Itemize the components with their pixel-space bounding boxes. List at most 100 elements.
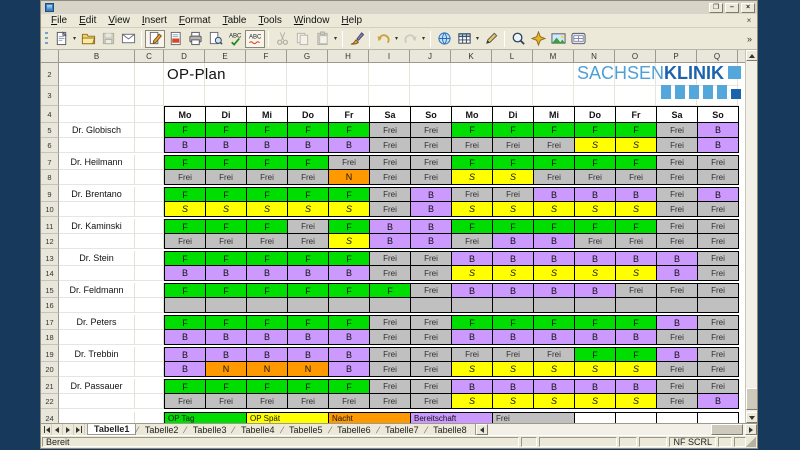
- resize-grip[interactable]: [746, 437, 756, 447]
- schedule-cell[interactable]: Frei: [411, 316, 452, 330]
- schedule-cell[interactable]: F: [165, 316, 206, 330]
- schedule-cell[interactable]: F: [329, 284, 370, 298]
- cell-c[interactable]: [135, 106, 164, 123]
- insert-table-icon[interactable]: [454, 30, 474, 48]
- schedule-cell[interactable]: B: [452, 380, 493, 394]
- schedule-cell[interactable]: S: [575, 362, 616, 377]
- spellcheck-icon[interactable]: ABC: [225, 30, 245, 48]
- row-header-13[interactable]: 13: [41, 251, 59, 266]
- close-button[interactable]: ×: [741, 3, 755, 13]
- schedule-cell[interactable]: B: [657, 252, 698, 266]
- schedule-cell[interactable]: Frei: [206, 394, 247, 409]
- cell-c[interactable]: [135, 63, 164, 86]
- schedule-cell[interactable]: B: [657, 316, 698, 330]
- schedule-cell[interactable]: N: [288, 362, 329, 377]
- schedule-cell[interactable]: Frei: [657, 380, 698, 394]
- schedule-cell[interactable]: B: [534, 380, 575, 394]
- cell-b[interactable]: [59, 234, 135, 249]
- schedule-cell[interactable]: B: [165, 330, 206, 345]
- prev-sheet-button[interactable]: [52, 424, 63, 435]
- schedule-cell[interactable]: F: [616, 220, 657, 234]
- schedule-cell[interactable]: S: [452, 266, 493, 281]
- schedule-cell[interactable]: Frei: [411, 123, 452, 138]
- schedule-cell[interactable]: F: [288, 284, 329, 298]
- schedule-cell[interactable]: F: [247, 252, 288, 266]
- schedule-cell[interactable]: F: [575, 316, 616, 330]
- scroll-right-icon[interactable]: [745, 424, 757, 435]
- schedule-cell[interactable]: S: [452, 170, 493, 185]
- schedule-cell[interactable]: B: [411, 188, 452, 202]
- tab-tabelle8[interactable]: Tabelle8: [427, 424, 473, 435]
- schedule-cell[interactable]: B: [165, 362, 206, 377]
- row-header-17[interactable]: 17: [41, 315, 59, 330]
- schedule-cell[interactable]: Frei: [452, 234, 493, 249]
- schedule-cell[interactable]: B: [370, 220, 411, 234]
- schedule-cell[interactable]: F: [288, 252, 329, 266]
- schedule-cell[interactable]: Frei: [534, 170, 575, 185]
- schedule-cell[interactable]: B: [452, 252, 493, 266]
- schedule-cell[interactable]: B: [329, 266, 370, 281]
- menu-edit[interactable]: Edit: [73, 14, 102, 27]
- schedule-cell[interactable]: B: [411, 234, 452, 249]
- cell-b[interactable]: [59, 138, 135, 153]
- schedule-cell[interactable]: [698, 298, 739, 313]
- schedule-cell[interactable]: S: [616, 362, 657, 377]
- schedule-cell[interactable]: B: [288, 348, 329, 362]
- schedule-cell[interactable]: B: [575, 380, 616, 394]
- schedule-cell[interactable]: Frei: [206, 170, 247, 185]
- schedule-cell[interactable]: B: [575, 330, 616, 345]
- open-icon[interactable]: [78, 30, 98, 48]
- schedule-cell[interactable]: F: [575, 220, 616, 234]
- schedule-cell[interactable]: F: [575, 348, 616, 362]
- horizontal-scroll-track[interactable]: [488, 424, 745, 435]
- schedule-cell[interactable]: Frei: [698, 316, 739, 330]
- day-header[interactable]: Sa: [657, 107, 698, 123]
- schedule-cell[interactable]: B: [452, 330, 493, 345]
- schedule-cell[interactable]: Frei: [493, 188, 534, 202]
- schedule-cell[interactable]: Frei: [370, 394, 411, 409]
- schedule-cell[interactable]: F: [452, 220, 493, 234]
- schedule-cell[interactable]: F: [329, 188, 370, 202]
- schedule-cell[interactable]: B: [698, 123, 739, 138]
- column-header-I[interactable]: I: [369, 50, 410, 63]
- schedule-cell[interactable]: Frei: [411, 394, 452, 409]
- print-icon[interactable]: [185, 30, 205, 48]
- cell-c[interactable]: [135, 123, 164, 138]
- hyperlink-icon[interactable]: [434, 30, 454, 48]
- schedule-cell[interactable]: Frei: [165, 234, 206, 249]
- schedule-cell[interactable]: B: [493, 284, 534, 298]
- cell-c[interactable]: [135, 234, 164, 249]
- schedule-cell[interactable]: S: [206, 202, 247, 217]
- schedule-cell[interactable]: Frei: [657, 362, 698, 377]
- schedule-cell[interactable]: B: [165, 266, 206, 281]
- schedule-cell[interactable]: S: [575, 138, 616, 153]
- schedule-cell[interactable]: Frei: [370, 380, 411, 394]
- schedule-cell[interactable]: F: [616, 316, 657, 330]
- cell-c[interactable]: [135, 155, 164, 170]
- schedule-cell[interactable]: Frei: [657, 234, 698, 249]
- paste-icon[interactable]: [312, 30, 332, 48]
- schedule-cell[interactable]: B: [329, 138, 370, 153]
- cell-b[interactable]: [59, 106, 135, 123]
- schedule-cell[interactable]: Frei: [657, 220, 698, 234]
- schedule-cell[interactable]: F: [452, 156, 493, 170]
- cell-c[interactable]: [135, 379, 164, 394]
- zoom-icon[interactable]: [508, 30, 528, 48]
- restore-button[interactable]: ❐: [709, 3, 723, 13]
- schedule-cell[interactable]: S: [616, 202, 657, 217]
- email-icon[interactable]: [118, 30, 138, 48]
- day-header[interactable]: So: [698, 107, 739, 123]
- schedule-cell[interactable]: F: [247, 220, 288, 234]
- row-header-21[interactable]: 21: [41, 379, 59, 394]
- schedule-cell[interactable]: Frei: [370, 362, 411, 377]
- column-header-B[interactable]: B: [59, 50, 135, 63]
- schedule-cell[interactable]: Frei: [657, 123, 698, 138]
- column-header-E[interactable]: E: [205, 50, 246, 63]
- schedule-cell[interactable]: F: [165, 188, 206, 202]
- schedule-cell[interactable]: Frei: [370, 188, 411, 202]
- schedule-cell[interactable]: Frei: [288, 170, 329, 185]
- menu-tools[interactable]: Tools: [252, 14, 287, 27]
- tab-tabelle6[interactable]: Tabelle6: [331, 424, 377, 435]
- schedule-cell[interactable]: B: [247, 330, 288, 345]
- undo-icon[interactable]: [373, 30, 393, 48]
